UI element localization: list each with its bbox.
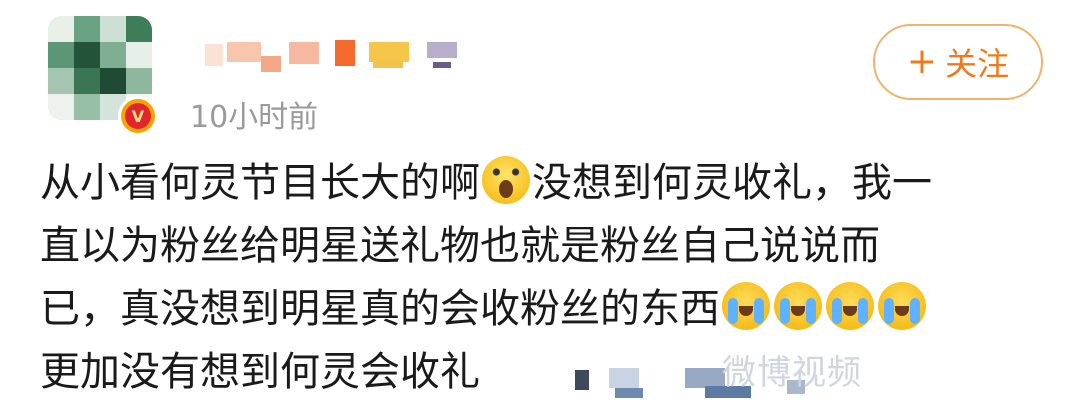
post-content: 从小看何灵节目长大的啊 没想到何灵收礼，我一 直以为粉丝给明星送礼物也就是粉丝自己… xyxy=(40,152,1050,404)
loudly-crying-face-emoji-icon xyxy=(722,282,770,330)
content-line-2: 直以为粉丝给明星送礼物也就是粉丝自己说说而 xyxy=(40,215,1050,278)
content-line-4: 更加没有想到何灵会收礼 xyxy=(40,341,1050,404)
content-text: 没想到何灵收礼，我一 xyxy=(532,160,932,206)
follow-button[interactable]: + 关注 xyxy=(873,24,1043,100)
video-watermark: 微博视频 xyxy=(722,353,862,393)
content-text: 已，真没想到明星真的会收粉丝的东西 xyxy=(40,286,720,332)
loudly-crying-face-emoji-icon xyxy=(774,282,822,330)
content-text: 从小看何灵节目长大的啊 xyxy=(40,160,480,206)
face-screaming-emoji-icon xyxy=(482,156,530,204)
content-line-3: 已，真没想到明星真的会收粉丝的东西 xyxy=(40,278,1050,341)
content-line-1: 从小看何灵节目长大的啊 没想到何灵收礼，我一 xyxy=(40,152,1050,215)
loudly-crying-face-emoji-icon xyxy=(826,282,874,330)
post-timestamp: 10小时前 xyxy=(190,100,319,135)
verified-badge-icon: V xyxy=(118,96,158,136)
loudly-crying-face-emoji-icon xyxy=(878,282,926,330)
content-text: 直以为粉丝给明星送礼物也就是粉丝自己说说而 xyxy=(40,223,880,269)
verified-badge-label: V xyxy=(125,103,151,129)
follow-button-label: 关注 xyxy=(945,45,1010,83)
content-text: 更加没有想到何灵会收礼 xyxy=(40,349,480,395)
username-blurred[interactable] xyxy=(205,38,475,78)
plus-icon: + xyxy=(906,41,938,82)
